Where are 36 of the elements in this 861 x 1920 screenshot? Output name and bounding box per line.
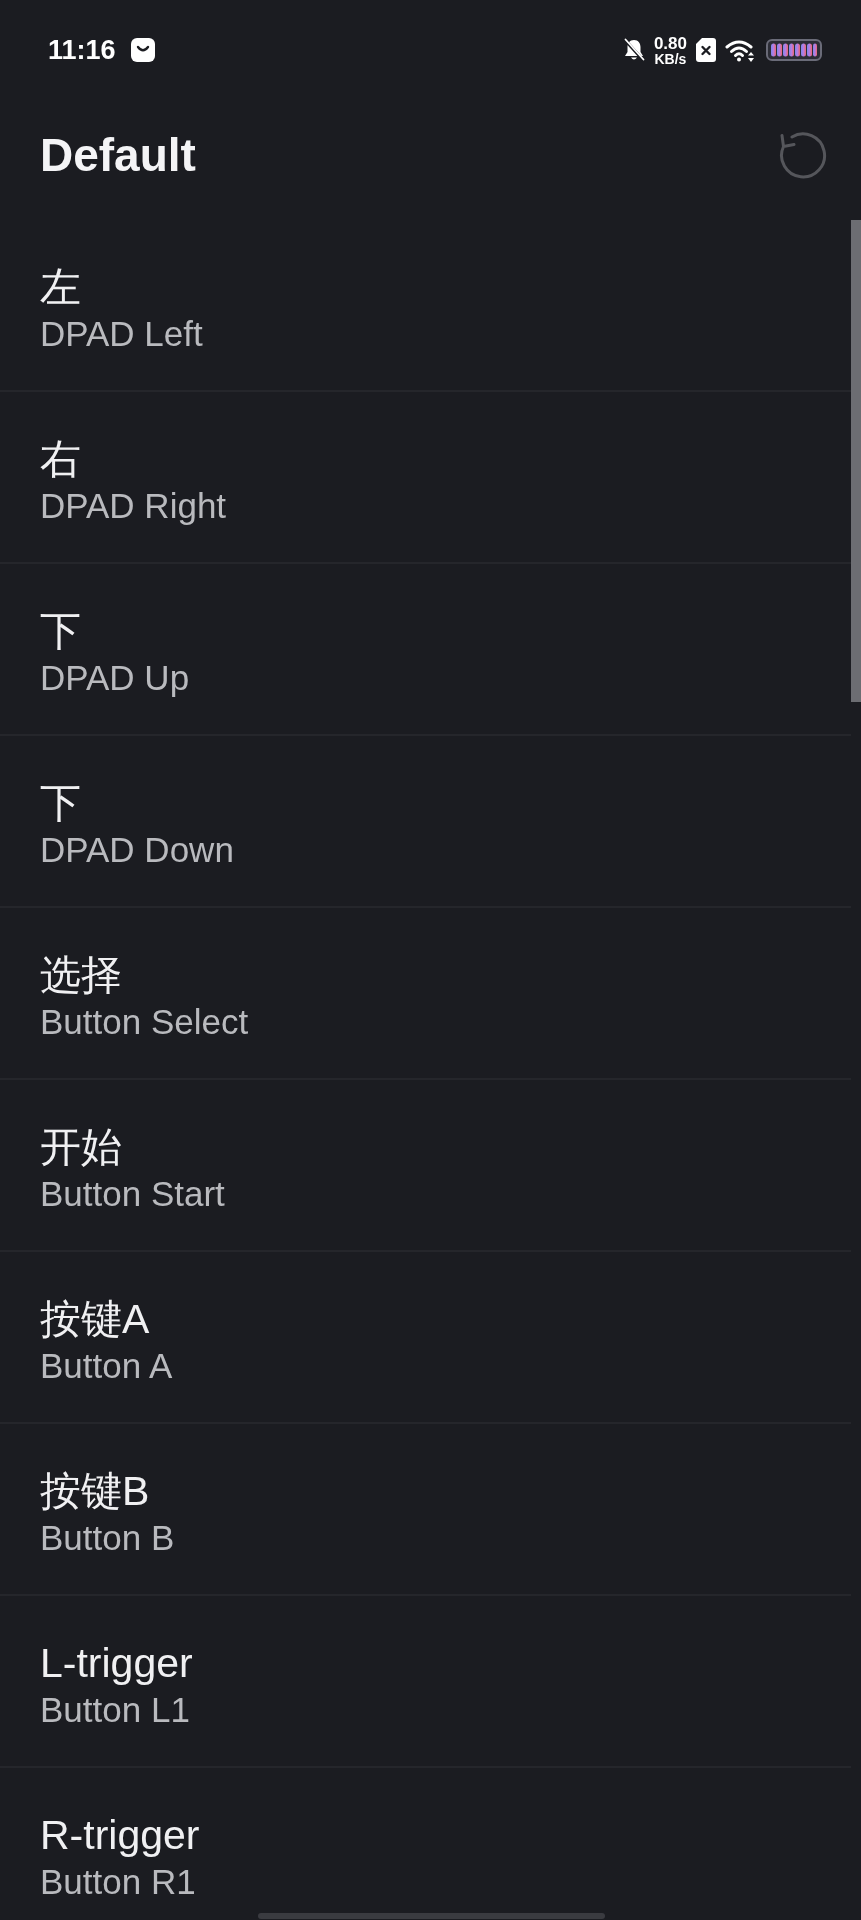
network-speed-unit: KB/s bbox=[654, 51, 687, 66]
list-item[interactable]: 选择 Button Select bbox=[0, 908, 851, 1080]
clock-time: 11:16 bbox=[48, 36, 116, 64]
list-item[interactable]: R-trigger Button R1 bbox=[0, 1768, 851, 1904]
item-title: 选择 bbox=[40, 951, 123, 1000]
item-subtitle: Button L1 bbox=[40, 1689, 191, 1731]
network-speed: 0.80 bbox=[653, 34, 687, 52]
item-subtitle: Button A bbox=[40, 1345, 174, 1387]
item-title: R-trigger bbox=[40, 1811, 201, 1860]
item-title: 按键A bbox=[40, 1295, 151, 1344]
item-subtitle: DPAD Up bbox=[40, 657, 191, 699]
wifi-icon bbox=[725, 38, 757, 62]
muted-bell-icon bbox=[622, 38, 645, 62]
list-item[interactable]: 按键B Button B bbox=[0, 1424, 851, 1596]
item-subtitle: DPAD Left bbox=[40, 313, 204, 355]
item-title: 下 bbox=[40, 607, 82, 656]
item-subtitle: Button R1 bbox=[40, 1861, 197, 1903]
item-title: 左 bbox=[40, 263, 82, 312]
sim-card-icon bbox=[696, 38, 716, 62]
item-subtitle: Button Start bbox=[40, 1173, 226, 1215]
item-title: 按键B bbox=[40, 1467, 151, 1516]
list-item[interactable]: 开始 Button Start bbox=[0, 1080, 851, 1252]
list-item[interactable]: L-trigger Button L1 bbox=[0, 1596, 851, 1768]
list-item[interactable]: 下 DPAD Down bbox=[0, 736, 851, 908]
battery-icon bbox=[766, 39, 822, 61]
item-subtitle: Button B bbox=[40, 1517, 176, 1559]
bag-icon bbox=[130, 38, 155, 62]
item-subtitle: DPAD Right bbox=[40, 485, 228, 527]
item-title: 开始 bbox=[40, 1123, 123, 1172]
page-title: Default bbox=[40, 128, 196, 184]
list-item[interactable]: 按键A Button A bbox=[0, 1252, 851, 1424]
item-title: L-trigger bbox=[40, 1639, 194, 1688]
item-subtitle: DPAD Down bbox=[40, 829, 235, 871]
item-title: 下 bbox=[40, 779, 82, 828]
item-title: 右 bbox=[40, 435, 82, 484]
item-subtitle: Button Select bbox=[40, 1001, 250, 1043]
